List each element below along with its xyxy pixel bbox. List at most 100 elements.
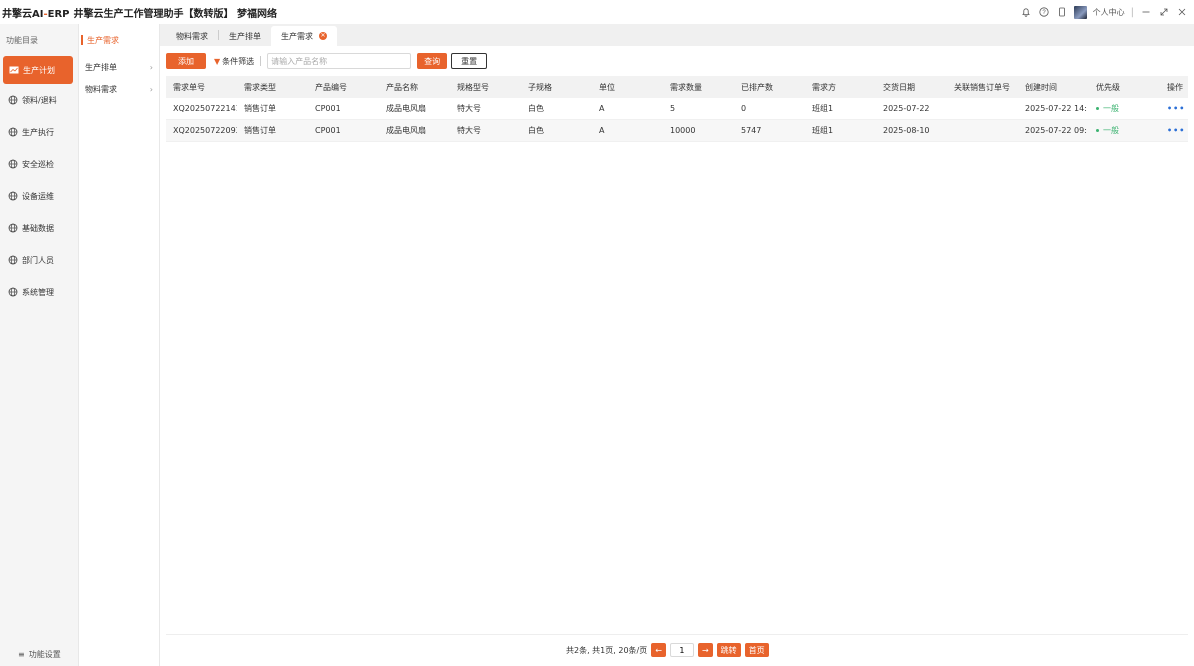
unit-cell: A	[599, 104, 605, 113]
priority-label: 一般	[1103, 104, 1119, 113]
product-name-search-input[interactable]	[267, 53, 412, 69]
reset-button[interactable]: 重置	[451, 53, 488, 69]
avatar[interactable]	[1073, 5, 1087, 19]
column-header[interactable]: 需求数量	[663, 82, 734, 93]
column-header[interactable]: 产品名称	[379, 82, 450, 93]
tab-production-demand[interactable]: 生产需求 ✕	[271, 26, 337, 46]
help-icon[interactable]: ?	[1038, 6, 1050, 18]
function-settings-label: 功能设置	[28, 649, 61, 659]
sub-spec-cell: 白色	[528, 126, 544, 135]
bell-icon[interactable]	[1020, 6, 1032, 18]
pagination-summary: 共2条, 共1页, 20条/页	[566, 645, 648, 655]
close-icon[interactable]	[1176, 6, 1188, 18]
tab-label: 生产需求	[281, 31, 313, 41]
pager-divider	[166, 634, 1188, 635]
product-name-cell: 成品电风扇	[386, 126, 426, 135]
globe-icon	[8, 287, 18, 297]
sidebar-item-label: 领料/退料	[22, 95, 57, 105]
table-header: 需求单号 需求类型 产品编号 产品名称 规格型号 子规格 单位 需求数量 已排产…	[166, 76, 1188, 98]
column-header[interactable]: 规格型号	[450, 82, 521, 93]
sidebar-item-system[interactable]: 系统管理	[0, 276, 78, 308]
demander-cell: 班组1	[812, 104, 834, 113]
tab-label: 生产排单	[229, 31, 261, 41]
jump-button[interactable]: 跳转	[716, 643, 741, 657]
sidebar-item-label: 部门人员	[22, 255, 54, 265]
sidebar-item-departments[interactable]: 部门人员	[0, 244, 78, 276]
column-header[interactable]: 需求类型	[237, 82, 308, 93]
demand-table: 需求单号 需求类型 产品编号 产品名称 规格型号 子规格 单位 需求数量 已排产…	[166, 76, 1188, 142]
column-header[interactable]: 关联销售订单号	[947, 82, 1018, 93]
spec-cell: 特大号	[457, 126, 481, 135]
globe-icon	[8, 95, 18, 105]
priority-dot-icon	[1096, 129, 1099, 132]
sidebar-item-label: 安全巡检	[22, 159, 54, 169]
column-header[interactable]: 单位	[592, 82, 663, 93]
table-row[interactable]: XQ2025072214142 销售订单 CP001 成品电风扇 特大号 白色 …	[166, 98, 1188, 120]
column-header[interactable]: 子规格	[521, 82, 592, 93]
priority-cell: 一般	[1089, 125, 1160, 136]
demand-number-cell: XQ2025072209354	[173, 126, 237, 135]
sidebar-item-production-exec[interactable]: 生产执行	[0, 116, 78, 148]
submenu-item-label: 物料需求	[85, 84, 117, 94]
demand-type-cell: 销售订单	[244, 104, 276, 113]
globe-icon	[8, 127, 18, 137]
product-code-cell: CP001	[315, 126, 341, 135]
minimize-icon[interactable]	[1140, 6, 1152, 18]
sidebar-item-equipment[interactable]: 设备运维	[0, 180, 78, 212]
add-button[interactable]: 添加	[166, 53, 206, 69]
demand-qty-cell: 10000	[670, 126, 696, 135]
funnel-icon: ▼	[214, 56, 221, 66]
restore-icon[interactable]	[1158, 6, 1170, 18]
mobile-icon[interactable]	[1056, 6, 1068, 18]
more-actions-icon[interactable]: •••	[1160, 104, 1188, 113]
sidebar-item-production-plan[interactable]: 生产计划	[3, 56, 73, 84]
page-number-input[interactable]	[669, 643, 694, 657]
chevron-right-icon: ›	[149, 62, 153, 72]
column-header[interactable]: 产品编号	[308, 82, 379, 93]
sidebar-item-material-pick[interactable]: 领料/退料	[0, 84, 78, 116]
sidebar-item-base-data[interactable]: 基础数据	[0, 212, 78, 244]
globe-icon	[8, 159, 18, 169]
sidebar-item-label: 系统管理	[22, 287, 54, 297]
column-header[interactable]: 已排产数	[734, 82, 805, 93]
column-header: 操作	[1167, 82, 1183, 92]
menu-icon: ≡	[18, 649, 25, 659]
demander-cell: 班组1	[812, 126, 834, 135]
prev-page-button[interactable]: ←	[651, 643, 666, 657]
tab-bar: 物料需求 生产排单 生产需求 ✕	[160, 24, 1194, 46]
column-header[interactable]: 需求方	[805, 82, 876, 93]
tab-production-schedule[interactable]: 生产排单	[219, 26, 271, 46]
globe-icon	[8, 191, 18, 201]
scheduled-qty-cell: 5747	[741, 126, 762, 135]
sub-spec-cell: 白色	[528, 104, 544, 113]
table-row[interactable]: XQ2025072209354 销售订单 CP001 成品电风扇 特大号 白色 …	[166, 120, 1188, 142]
more-actions-icon[interactable]: •••	[1160, 126, 1188, 135]
chevron-right-icon: ›	[149, 84, 153, 94]
submenu-item-production-demand[interactable]: 生产需求	[79, 24, 159, 56]
function-settings-button[interactable]: ≡ 功能设置	[0, 642, 79, 666]
pagination: 共2条, 共1页, 20条/页 ← → 跳转 首页	[566, 642, 769, 658]
column-header[interactable]: 交货日期	[876, 82, 947, 93]
submenu-item-production-schedule[interactable]: 生产排单 ›	[79, 56, 159, 78]
first-page-button[interactable]: 首页	[744, 643, 769, 657]
priority-cell: 一般	[1089, 103, 1160, 114]
product-name-cell: 成品电风扇	[386, 104, 426, 113]
filter-toggle[interactable]: ▼ 条件筛选	[214, 56, 254, 67]
next-page-button[interactable]: →	[697, 643, 713, 657]
sidebar-item-label: 生产执行	[22, 127, 54, 137]
chart-icon	[9, 65, 19, 75]
column-header[interactable]: 创建时间	[1018, 82, 1089, 93]
sidebar-item-label: 设备运维	[22, 191, 54, 201]
query-button[interactable]: 查询	[417, 53, 448, 69]
delivery-date-cell: 2025-08-10	[883, 126, 930, 135]
close-tab-icon[interactable]: ✕	[319, 32, 327, 40]
sidebar-item-safety-inspection[interactable]: 安全巡检	[0, 148, 78, 180]
sidebar-item-label: 生产计划	[23, 65, 55, 75]
tab-material-demand[interactable]: 物料需求	[166, 26, 218, 46]
column-header[interactable]: 优先级	[1089, 82, 1160, 93]
user-center-link[interactable]: 个人中心	[1093, 7, 1125, 18]
column-header[interactable]: 需求单号	[166, 82, 237, 93]
globe-icon	[8, 223, 18, 233]
created-time-cell: 2025-07-22 09:	[1025, 126, 1087, 135]
submenu-item-material-demand[interactable]: 物料需求 ›	[79, 78, 159, 100]
